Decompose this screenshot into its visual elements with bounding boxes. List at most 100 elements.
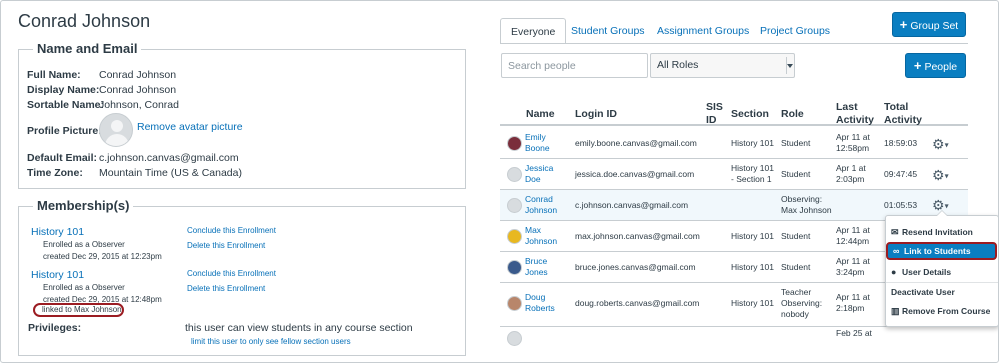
people-tabs: Everyone Student Groups Assignment Group… [500, 18, 884, 44]
user-name-link[interactable]: Max Johnson [525, 225, 559, 247]
role: Teacher Observing: nobody [781, 287, 823, 319]
th-name: Name [526, 108, 555, 120]
last-activity: Apr 1 at 2:03pm [836, 163, 866, 184]
th-role: Role [781, 108, 804, 120]
sortable-name-label: Sortable Name: [27, 99, 105, 111]
section: History 101 [731, 231, 774, 241]
default-email-value: c.johnson.canvas@gmail.com [99, 152, 239, 164]
user-name-link[interactable]: Conrad Johnson [525, 194, 559, 216]
login-id: jessica.doe.canvas@gmail.com [575, 169, 695, 179]
table-row: Jessica Doe jessica.doe.canvas@gmail.com… [500, 159, 968, 190]
login-id: c.johnson.canvas@gmail.com [575, 200, 689, 210]
login-id: bruce.jones.canvas@gmail.com [575, 262, 696, 272]
profile-avatar [99, 113, 133, 147]
user-name-link[interactable]: Jessica Doe [525, 163, 555, 185]
role-filter-select[interactable]: All Roles [650, 53, 795, 78]
search-people-input[interactable] [501, 53, 648, 78]
limit-privileges-link[interactable]: limit this user to only see fellow secti… [191, 337, 351, 346]
add-group-set-button[interactable]: + Group Set [892, 12, 966, 37]
display-name-value: Conrad Johnson [99, 84, 177, 96]
delete-enrollment-link-1[interactable]: Delete this Enrollment [187, 241, 265, 250]
login-id: max.johnson.canvas@gmail.com [575, 231, 700, 241]
avatar [507, 136, 522, 151]
tabs-divider [500, 43, 968, 44]
menu-item-link-to-students[interactable]: ∞ Link to Students [886, 242, 997, 260]
avatar [507, 296, 522, 311]
plus-icon: + [913, 58, 922, 73]
tab-student-groups[interactable]: Student Groups [561, 18, 655, 44]
menu-divider [886, 282, 998, 283]
total-activity: 18:59:03 [884, 138, 918, 148]
group-set-label: Group Set [910, 20, 959, 32]
linked-to-badge: linked to Max Johnson [33, 303, 124, 317]
default-email-label: Default Email: [27, 152, 98, 164]
profile-picture-label: Profile Picture: [27, 125, 102, 137]
menu-item-label: User Details [902, 267, 952, 277]
section: History 101 [731, 298, 774, 308]
link-icon: ∞ [893, 246, 900, 256]
menu-item-user-details[interactable]: ● User Details [891, 267, 951, 277]
trash-icon: ▥ [891, 306, 900, 316]
avatar [507, 167, 522, 182]
time-zone-value: Mountain Time (US & Canada) [99, 167, 242, 179]
menu-item-resend-invitation[interactable]: ✉ Resend Invitation [891, 227, 973, 238]
section: History 101 [731, 262, 774, 272]
app-frame: Conrad Johnson Name and Email Full Name:… [0, 0, 999, 363]
table-row: Feb 25 at [500, 328, 968, 359]
privileges-label: Privileges: [28, 322, 82, 334]
menu-item-deactivate-user[interactable]: Deactivate User [891, 287, 955, 297]
tab-assignment-groups[interactable]: Assignment Groups [647, 18, 759, 44]
page-title: Conrad Johnson [18, 11, 151, 31]
section: History 101 - Section 1 [731, 163, 774, 184]
course-link-2[interactable]: History 101 [31, 269, 84, 281]
envelope-icon: ✉ [891, 227, 899, 237]
course-link-1[interactable]: History 101 [31, 226, 84, 238]
full-name-value: Conrad Johnson [99, 69, 177, 81]
user-name-link[interactable]: Bruce Jones [525, 256, 555, 278]
th-login-id: Login ID [575, 108, 617, 120]
tab-project-groups[interactable]: Project Groups [750, 18, 840, 44]
last-activity: Apr 11 at 12:44pm [836, 225, 870, 246]
full-name-label: Full Name: [27, 69, 81, 81]
membership-legend: Membership(s) [33, 198, 134, 213]
remove-avatar-link[interactable]: Remove avatar picture [137, 121, 243, 133]
user-name-link[interactable]: Emily Boone [525, 132, 555, 154]
delete-enrollment-link-2[interactable]: Delete this Enrollment [187, 284, 265, 293]
chevron-down-icon [786, 57, 793, 74]
user-actions-menu: ✉ Resend Invitation ∞ Link to Students ● Us… [885, 210, 998, 327]
last-activity: Feb 25 at [836, 328, 872, 338]
last-activity: Apr 11 at 2:18pm [836, 292, 870, 313]
conclude-enrollment-link-2[interactable]: Conclude this Enrollment [187, 269, 276, 278]
add-people-button[interactable]: + People [905, 53, 966, 78]
th-total-activity: Total Activity [884, 101, 922, 126]
avatar [507, 229, 522, 244]
total-activity: 01:05:53 [884, 200, 918, 210]
role: Observing: Max Johnson [781, 194, 832, 215]
sortable-name-value: Johnson, Conrad [99, 99, 179, 111]
menu-item-remove-from-course[interactable]: ▥ Remove From Course [891, 306, 990, 317]
gear-icon[interactable]: ⚙▾ [932, 137, 949, 152]
table-row: Emily Boone emily.boone.canvas@gmail.com… [500, 128, 968, 159]
avatar [507, 260, 522, 275]
role: Student [781, 169, 811, 179]
enrolled-as-2: Enrolled as a Observer [43, 283, 125, 292]
enrolled-as-1: Enrolled as a Observer [43, 240, 125, 249]
avatar [507, 331, 522, 346]
menu-item-label: Remove From Course [902, 306, 991, 316]
display-name-label: Display Name: [27, 84, 100, 96]
tab-everyone[interactable]: Everyone [500, 18, 567, 44]
th-last-activity: Last Activity [836, 101, 874, 126]
table-header: Name Login ID SIS ID Section Role Last A… [500, 96, 968, 126]
user-name-link[interactable]: Doug Roberts [525, 292, 559, 314]
login-id: doug.roberts.canvas@gmail.com [575, 298, 700, 308]
conclude-enrollment-link-1[interactable]: Conclude this Enrollment [187, 226, 276, 235]
created-1: created Dec 29, 2015 at 12:23pm [43, 252, 162, 261]
last-activity: Apr 11 at 12:58pm [836, 132, 870, 153]
menu-item-label: Deactivate User [891, 287, 955, 297]
name-email-legend: Name and Email [33, 41, 142, 56]
gear-icon[interactable]: ⚙▾ [932, 168, 949, 183]
last-activity: Apr 11 at 3:24pm [836, 256, 870, 277]
people-button-label: People [924, 61, 958, 73]
role-filter-value: All Roles [657, 59, 699, 71]
privileges-value: this user can view students in any cours… [185, 322, 413, 334]
